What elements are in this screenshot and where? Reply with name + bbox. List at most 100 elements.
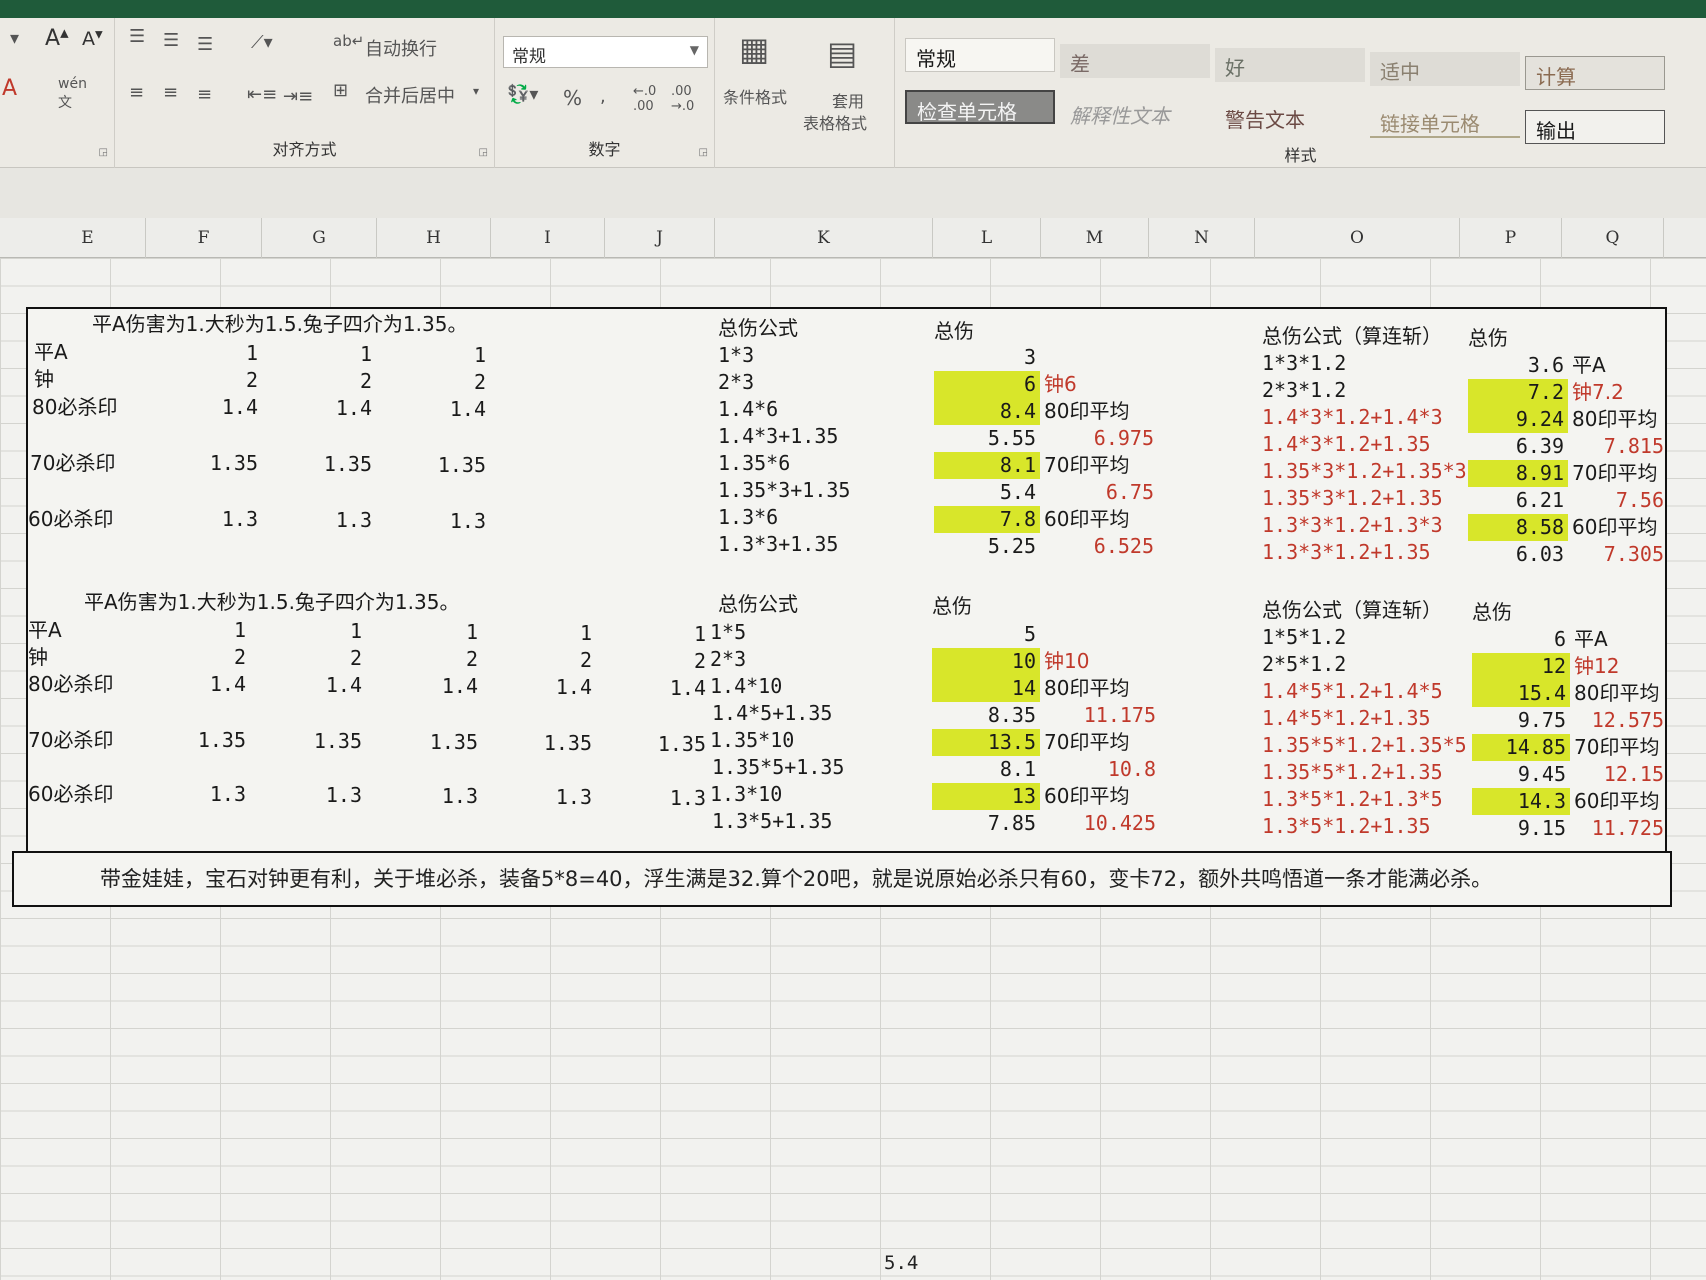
cell[interactable]: 2 — [478, 647, 592, 674]
q-cell[interactable]: 12.575 — [1572, 707, 1664, 734]
font-size-dropdown-icon[interactable]: ▾ — [10, 28, 19, 49]
cell[interactable]: 1.3 — [362, 783, 478, 810]
column-header-j[interactable]: J — [605, 218, 715, 258]
formula-cell[interactable]: 1.3*3+1.35 — [718, 531, 838, 558]
total-cell[interactable]: 6 — [934, 371, 1040, 398]
m-cell[interactable]: 70印平均 — [1044, 729, 1129, 756]
formula2-cell[interactable]: 1.4*3*1.2+1.4*3 — [1262, 404, 1443, 431]
column-header-o[interactable]: O — [1255, 218, 1460, 258]
total2-cell[interactable]: 3.6 — [1468, 352, 1568, 379]
q-cell[interactable]: 平A — [1572, 352, 1606, 379]
formula-header[interactable]: 总伤公式 — [718, 315, 798, 342]
column-header-h[interactable]: H — [377, 218, 491, 258]
total-cell[interactable]: 5 — [932, 621, 1040, 648]
m-cell[interactable]: 60印平均 — [1044, 506, 1129, 533]
style-warning[interactable]: 警告文本 — [1215, 100, 1365, 134]
m-cell[interactable]: 钟10 — [1044, 648, 1089, 675]
q-cell[interactable]: 11.725 — [1572, 815, 1664, 842]
cell[interactable]: 2 — [592, 648, 706, 675]
formula2-cell[interactable]: 1.35*5*1.2+1.35 — [1262, 759, 1443, 786]
column-header-k[interactable]: K — [715, 218, 933, 258]
formula2-cell[interactable]: 1.4*5*1.2+1.4*5 — [1262, 678, 1443, 705]
cell[interactable]: 1.35 — [478, 730, 592, 757]
q-cell[interactable]: 12.15 — [1572, 761, 1664, 788]
font-dialog-launcher-icon[interactable]: ◲ — [99, 147, 108, 158]
formula-cell[interactable]: 1.4*10 — [710, 673, 782, 700]
formula-cell[interactable]: 1*5 — [710, 619, 746, 646]
total-cell[interactable]: 5.4 — [934, 479, 1040, 506]
column-header-p[interactable]: P — [1460, 218, 1562, 258]
conditional-format-button[interactable]: 条件格式 — [723, 84, 787, 108]
style-output[interactable]: 输出 — [1525, 110, 1665, 144]
formula-header[interactable]: 总伤公式 — [718, 591, 798, 618]
total2-cell[interactable]: 6.39 — [1468, 433, 1568, 460]
total2-cell[interactable]: 9.75 — [1472, 707, 1570, 734]
table-format-button-line2[interactable]: 表格格式 — [803, 110, 867, 134]
total-cell[interactable]: 8.4 — [934, 398, 1040, 425]
cell[interactable]: 2 — [252, 368, 372, 395]
cell[interactable]: 1 — [366, 342, 486, 369]
formula-cell[interactable]: 1.35*3+1.35 — [718, 477, 850, 504]
formula-cell[interactable]: 1.35*10 — [710, 727, 794, 754]
style-linked-cell[interactable]: 链接单元格 — [1370, 104, 1520, 138]
total2-cell[interactable]: 14.3 — [1472, 788, 1570, 815]
total2-cell[interactable]: 8.91 — [1468, 460, 1568, 487]
increase-indent-icon[interactable]: ⇥≡ — [283, 86, 313, 107]
section2-row-label[interactable]: 60必杀印 — [28, 781, 113, 808]
formula2-cell[interactable]: 1.35*5*1.2+1.35*5 — [1262, 732, 1467, 759]
total-cell[interactable]: 7.85 — [932, 810, 1040, 837]
cell[interactable]: 2 — [362, 646, 478, 673]
column-header-n[interactable]: N — [1149, 218, 1255, 258]
section1-title[interactable]: 平A伤害为1.大秒为1.5.兔子四介为1.35。 — [92, 311, 467, 338]
formula-cell[interactable]: 1.3*10 — [710, 781, 782, 808]
style-normal[interactable]: 常规 — [905, 38, 1055, 72]
orientation-icon[interactable]: ⟋▾ — [251, 32, 273, 53]
section1-row-label[interactable]: 80必杀印 — [32, 394, 117, 421]
section1-row-label[interactable]: 60必杀印 — [28, 506, 113, 533]
section2-row-label[interactable]: 70必杀印 — [28, 727, 113, 754]
cell[interactable]: 1 — [478, 620, 592, 647]
m-cell[interactable]: 10.8 — [1044, 756, 1156, 783]
formula-cell[interactable]: 2*3 — [710, 646, 746, 673]
total-cell[interactable]: 13 — [932, 783, 1040, 810]
cell[interactable]: 2 — [366, 369, 486, 396]
cell[interactable]: 1.4 — [252, 395, 372, 422]
align-right-icon[interactable]: ≡ — [197, 84, 212, 105]
column-header-g[interactable]: G — [262, 218, 377, 258]
formula2-cell[interactable]: 1.3*5*1.2+1.3*5 — [1262, 786, 1443, 813]
cell[interactable]: 2 — [246, 645, 362, 672]
shrink-font-icon[interactable]: A▼ — [82, 28, 103, 50]
decrease-indent-icon[interactable]: ⇤≡ — [247, 84, 277, 105]
section2-row-label[interactable]: 80必杀印 — [28, 671, 113, 698]
total-header[interactable]: 总伤 — [934, 318, 974, 345]
cell[interactable]: 1.3 — [128, 781, 246, 808]
total2-header[interactable]: 总伤 — [1468, 325, 1508, 352]
style-good[interactable]: 好 — [1215, 48, 1365, 82]
style-calc[interactable]: 计算 — [1525, 56, 1665, 90]
conditional-format-icon[interactable]: ▦ — [739, 30, 769, 68]
q-cell[interactable]: 平A — [1574, 626, 1608, 653]
q-cell[interactable]: 7.56 — [1572, 487, 1664, 514]
cell[interactable]: 1 — [592, 621, 706, 648]
q-cell[interactable]: 80印平均 — [1572, 406, 1657, 433]
total-cell[interactable]: 5.25 — [934, 533, 1040, 560]
total-cell[interactable]: 8.35 — [932, 702, 1040, 729]
total-header[interactable]: 总伤 — [932, 593, 972, 620]
section1-row-label[interactable]: 70必杀印 — [30, 450, 115, 477]
cell[interactable]: 1.4 — [592, 675, 706, 702]
number-format-select[interactable]: 常规 ▼ — [503, 36, 708, 68]
formula2-cell[interactable]: 2*5*1.2 — [1262, 651, 1346, 678]
q-cell[interactable]: 60印平均 — [1572, 514, 1657, 541]
cell[interactable]: 1.4 — [138, 394, 258, 421]
formula2-cell[interactable]: 1.3*5*1.2+1.35 — [1262, 813, 1431, 840]
total-cell[interactable]: 13.5 — [932, 729, 1040, 756]
q-cell[interactable]: 60印平均 — [1574, 788, 1659, 815]
align-middle-icon[interactable]: ☰ — [163, 30, 179, 51]
column-header-e[interactable]: E — [30, 218, 146, 258]
align-bottom-icon[interactable]: ☰ — [197, 34, 213, 55]
formula2-cell[interactable]: 1.4*3*1.2+1.35 — [1262, 431, 1431, 458]
total-cell[interactable]: 7.8 — [934, 506, 1040, 533]
section2-row-label[interactable]: 钟 — [28, 644, 48, 671]
percent-style-icon[interactable]: % — [563, 86, 582, 110]
formula2-header[interactable]: 总伤公式（算连斩） — [1262, 323, 1442, 350]
